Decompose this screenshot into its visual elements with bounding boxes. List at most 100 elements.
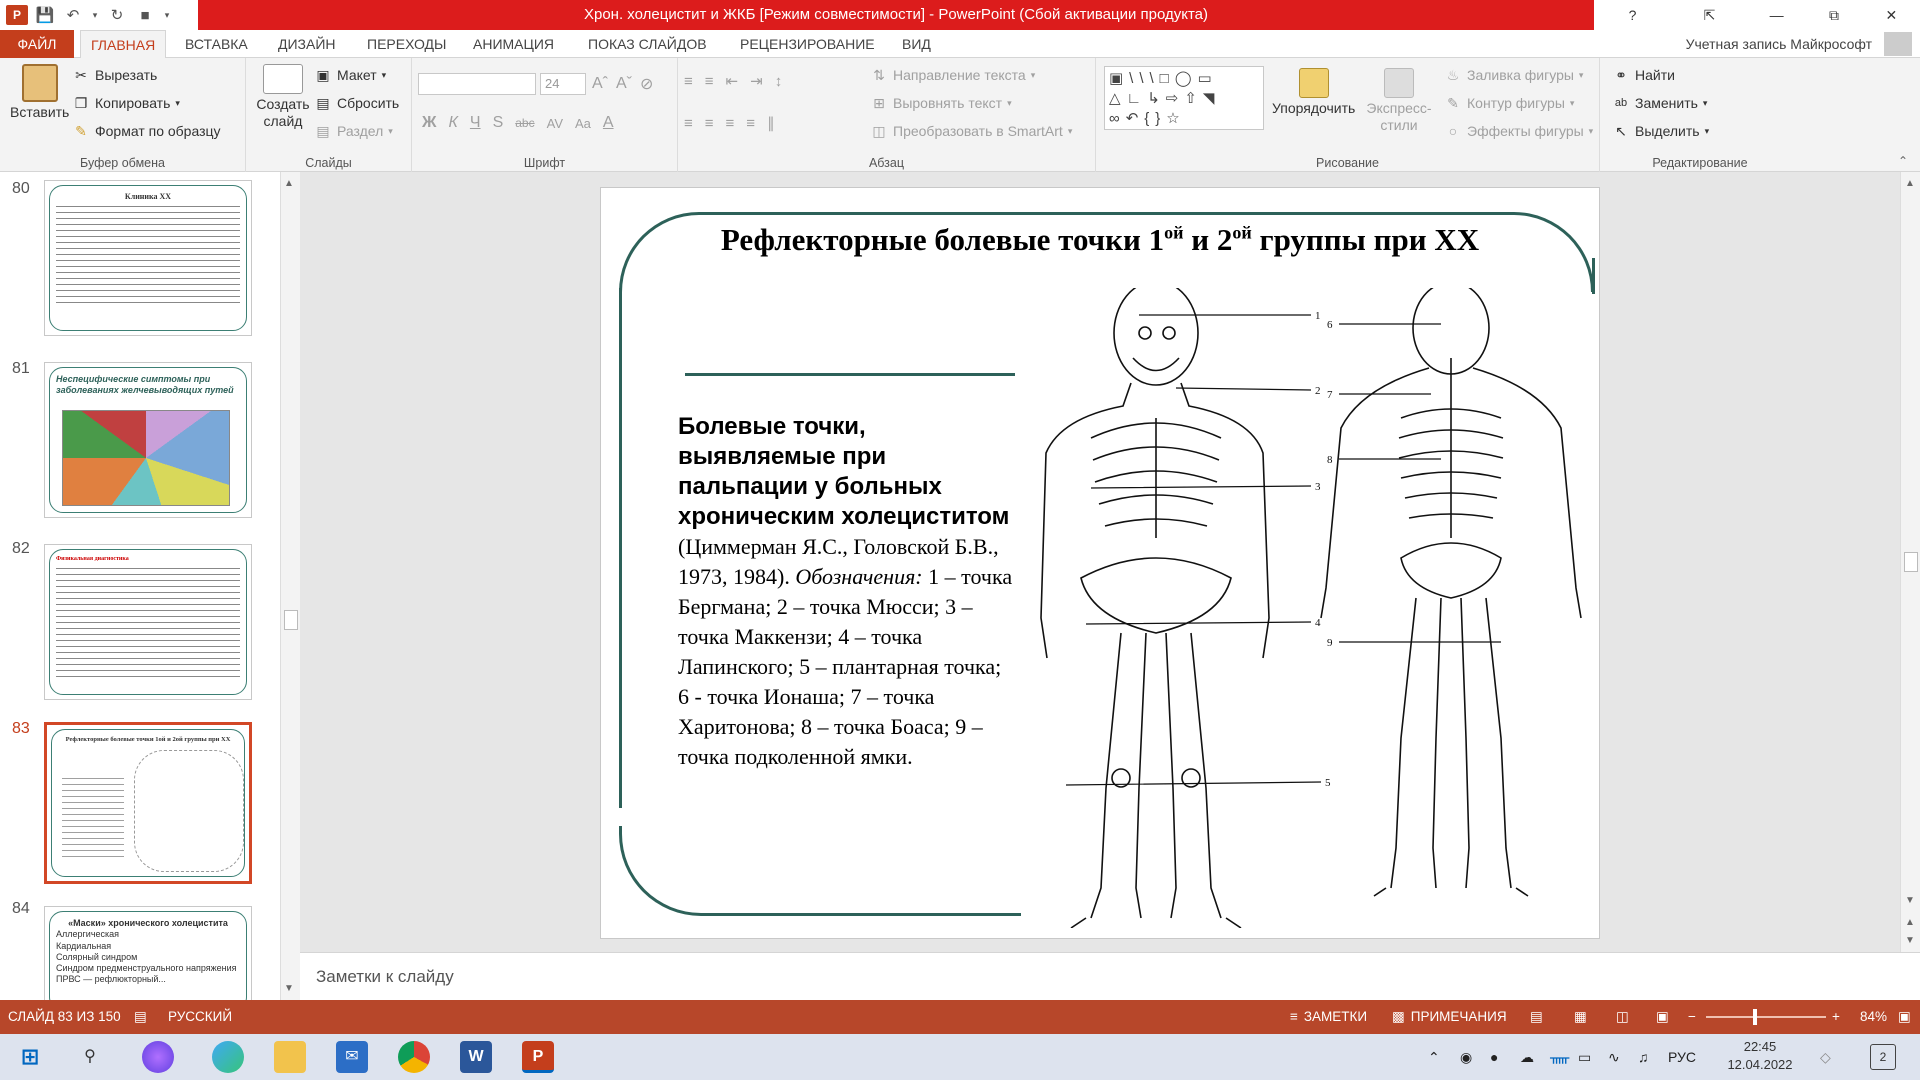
tab-view[interactable]: ВИД [902, 30, 931, 58]
copy-button[interactable]: ❐ Копировать ▾ [72, 94, 180, 112]
slide-thumbnail-82[interactable]: Физикальная диагностика [44, 544, 252, 700]
slide-canvas[interactable]: Рефлекторные болевые точки 1ой и 2ой гру… [600, 187, 1600, 939]
tray-expand-icon[interactable]: ⌃ [1428, 1034, 1440, 1080]
slide-body-text[interactable]: Болевые точки, выявляемые при пальпации … [678, 412, 1014, 772]
text-direction-button[interactable]: ⇅ Направление текста ▾ [870, 66, 1035, 84]
case-icon[interactable]: Aa [575, 116, 591, 131]
reading-view-icon[interactable]: ◫ [1616, 1000, 1629, 1034]
minimize-button[interactable]: — [1748, 0, 1805, 30]
spellcheck-icon[interactable]: ▤ [134, 1000, 147, 1034]
undo-dropdown-icon[interactable]: ▾ [90, 10, 100, 21]
shape-fill-button[interactable]: ♨ Заливка фигуры ▾ [1444, 66, 1584, 84]
windows-start-icon[interactable]: ⊞ [14, 1041, 46, 1073]
undo-icon[interactable]: ↶ [62, 6, 84, 24]
chrome-browser-icon[interactable] [398, 1041, 430, 1073]
slide-thumbnail-81[interactable]: Неспецифические симптомы при заболевания… [44, 362, 252, 518]
font-color-icon[interactable]: A [603, 114, 614, 132]
shapes-gallery[interactable]: ▣\\\□◯▭ △∟↳⇨⇧◥ ∞↶{}☆ [1104, 66, 1264, 130]
powerpoint-icon[interactable]: P [522, 1041, 554, 1073]
file-explorer-icon[interactable] [274, 1041, 306, 1073]
columns-icon[interactable]: ∥ [767, 114, 775, 132]
edge-browser-icon[interactable] [212, 1041, 244, 1073]
presentation-start-icon[interactable]: ■ [134, 7, 156, 24]
outdent-icon[interactable]: ⇤ [726, 72, 739, 90]
align-left-icon[interactable]: ≡ [684, 115, 693, 132]
editor-scrollbar[interactable]: ▲ ▼ ▲ ▼ [1900, 172, 1920, 952]
redo-icon[interactable]: ↻ [106, 6, 128, 24]
shrink-font-icon[interactable]: Aˇ [616, 75, 632, 93]
scroll-thumb[interactable] [284, 610, 298, 630]
slide-thumbnail-80[interactable]: Клиника ХХ [44, 180, 252, 336]
slideshow-view-icon[interactable]: ▣ [1656, 1000, 1669, 1034]
spacing-icon[interactable]: AV [547, 116, 563, 131]
tray-app-icon[interactable]: ◉ [1460, 1034, 1472, 1080]
mail-icon[interactable]: ✉ [336, 1041, 368, 1073]
slide-title[interactable]: Рефлекторные болевые точки 1ой и 2ой гру… [601, 222, 1599, 258]
format-painter-button[interactable]: ✎ Формат по образцу [72, 122, 220, 140]
font-size-select[interactable]: 24 [540, 73, 586, 95]
normal-view-icon[interactable]: ▤ [1530, 1000, 1543, 1034]
font-name-select[interactable] [418, 73, 536, 95]
zoom-in-icon[interactable]: + [1832, 1000, 1840, 1034]
account-label[interactable]: Учетная запись Майкрософт [1686, 30, 1872, 58]
line-spacing-icon[interactable]: ↕ [775, 73, 783, 90]
tab-home[interactable]: ГЛАВНАЯ [80, 30, 167, 59]
fit-to-window-icon[interactable]: ▣ [1898, 1000, 1911, 1034]
slide-counter[interactable]: СЛАЙД 83 ИЗ 150 [8, 1000, 121, 1034]
volume-icon[interactable]: ♫ [1638, 1034, 1649, 1080]
battery-icon[interactable]: ▭ [1578, 1034, 1591, 1080]
tab-file[interactable]: ФАЙЛ [0, 30, 74, 58]
language-indicator[interactable]: РУССКИЙ [168, 1000, 232, 1034]
notes-toggle-button[interactable]: ≡ ЗАМЕТКИ [1290, 1000, 1367, 1034]
tab-animation[interactable]: АНИМАЦИЯ [473, 30, 554, 58]
avatar[interactable] [1884, 32, 1912, 56]
notifications-button[interactable]: 2 [1870, 1044, 1896, 1070]
zoom-out-icon[interactable]: − [1688, 1000, 1696, 1034]
skeleton-diagram-image[interactable]: 1 2 3 4 5 6 7 8 9 [1021, 288, 1591, 928]
input-language[interactable]: РУС [1668, 1034, 1696, 1080]
zoom-slider[interactable] [1706, 1009, 1826, 1025]
next-slide-icon[interactable]: ▼ [1905, 935, 1915, 946]
shape-effects-button[interactable]: ○ Эффекты фигуры ▾ [1444, 122, 1593, 140]
zoom-level[interactable]: 84% [1860, 1000, 1887, 1034]
numbering-icon[interactable]: ≡ [705, 73, 714, 90]
align-text-button[interactable]: ⊞ Выровнять текст ▾ [870, 94, 1011, 112]
qat-customize-icon[interactable]: ▾ [162, 10, 172, 21]
previous-slide-icon[interactable]: ▲ [1905, 917, 1915, 928]
close-button[interactable]: ✕ [1863, 0, 1920, 30]
tab-design[interactable]: ДИЗАЙН [278, 30, 336, 58]
grow-font-icon[interactable]: Aˆ [592, 75, 608, 93]
cloud-icon[interactable]: ☁ [1520, 1034, 1534, 1080]
justify-icon[interactable]: ≡ [746, 115, 755, 132]
assistant-icon[interactable] [142, 1041, 174, 1073]
strikethrough-icon[interactable]: abc [515, 116, 534, 130]
scroll-down-icon[interactable]: ▼ [1905, 895, 1915, 906]
italic-icon[interactable]: К [448, 114, 457, 132]
bullets-icon[interactable]: ≡ [684, 73, 693, 90]
shape-outline-button[interactable]: ✎ Контур фигуры ▾ [1444, 94, 1574, 112]
slide-thumbnail-84[interactable]: «Маски» хронического холецистита Аллерги… [44, 906, 252, 1000]
reset-button[interactable]: ▤ Сбросить [314, 94, 399, 112]
section-button[interactable]: ▤ Раздел ▾ [314, 122, 392, 140]
comments-toggle-button[interactable]: ▩ ПРИМЕЧАНИЯ [1392, 1000, 1507, 1034]
clear-format-icon[interactable]: ⊘ [640, 74, 653, 94]
slide-sorter-icon[interactable]: ▦ [1574, 1000, 1587, 1034]
word-icon[interactable]: W [460, 1041, 492, 1073]
bold-icon[interactable]: Ж [422, 114, 436, 132]
scroll-down-icon[interactable]: ▼ [284, 983, 294, 994]
paste-button[interactable]: Вставить [10, 64, 69, 120]
zoom-slider-thumb[interactable] [1753, 1009, 1758, 1025]
find-button[interactable]: ⚭ Найти [1612, 66, 1675, 84]
search-icon[interactable]: ⚲ [74, 1041, 106, 1073]
tab-review[interactable]: РЕЦЕНЗИРОВАНИЕ [740, 30, 875, 58]
tab-insert[interactable]: ВСТАВКА [185, 30, 248, 58]
new-slide-button[interactable]: Создать слайд [252, 64, 314, 130]
shadow-icon[interactable]: S [493, 114, 504, 132]
align-right-icon[interactable]: ≡ [726, 115, 735, 132]
quick-styles-button[interactable]: Экспресс-стили [1364, 68, 1434, 134]
scroll-up-icon[interactable]: ▲ [284, 178, 294, 189]
help-button[interactable]: ? [1594, 0, 1671, 30]
cut-button[interactable]: ✂ Вырезать [72, 66, 157, 84]
underline-icon[interactable]: Ч [470, 114, 481, 132]
slide-thumbnail-83[interactable]: Рефлекторные болевые точки 1ой и 2ой гру… [44, 722, 252, 884]
